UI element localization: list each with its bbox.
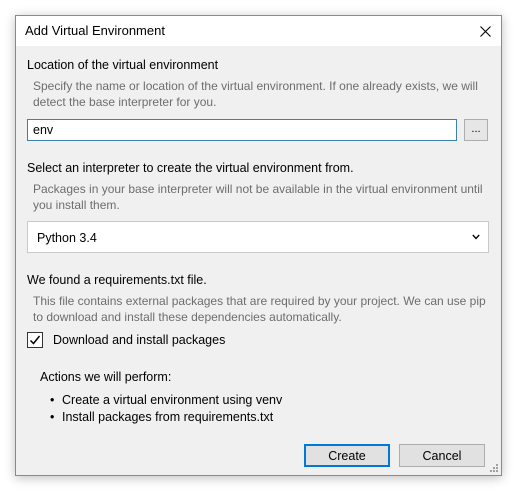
create-button[interactable]: Create [304, 444, 390, 467]
install-packages-checkbox[interactable] [27, 332, 43, 348]
close-button[interactable] [469, 16, 501, 46]
action-text: Install packages from requirements.txt [62, 410, 274, 424]
bullet-icon: • [50, 410, 55, 424]
checkmark-icon [29, 335, 41, 345]
interpreter-select[interactable]: Python 3.4 [27, 221, 489, 253]
requirements-description: This file contains external packages tha… [33, 294, 486, 324]
dialog-title: Add Virtual Environment [25, 23, 165, 38]
actions-heading: Actions we will perform: [40, 370, 172, 384]
resize-grip-icon[interactable] [489, 463, 499, 473]
location-description: Specify the name or location of the virt… [33, 79, 478, 109]
location-heading: Location of the virtual environment [27, 58, 219, 72]
browse-button[interactable]: ... [464, 119, 488, 141]
add-virtual-environment-dialog: Add Virtual Environment Location of the … [15, 15, 502, 476]
cancel-button[interactable]: Cancel [399, 444, 485, 467]
interpreter-heading: Select an interpreter to create the virt… [27, 161, 354, 175]
install-packages-label[interactable]: Download and install packages [53, 333, 225, 347]
interpreter-description: Packages in your base interpreter will n… [33, 182, 483, 212]
requirements-heading: We found a requirements.txt file. [27, 273, 207, 287]
action-text: Create a virtual environment using venv [62, 393, 283, 407]
environment-location-input[interactable] [27, 119, 457, 141]
chevron-down-icon [472, 234, 480, 240]
bullet-icon: • [50, 393, 55, 407]
close-icon [479, 25, 491, 37]
dialog-titlebar: Add Virtual Environment [16, 16, 501, 46]
list-item: • Create a virtual environment using ven… [50, 392, 282, 409]
actions-list: • Create a virtual environment using ven… [50, 392, 282, 426]
list-item: • Install packages from requirements.txt [50, 409, 282, 426]
interpreter-selected-value: Python 3.4 [37, 231, 97, 245]
